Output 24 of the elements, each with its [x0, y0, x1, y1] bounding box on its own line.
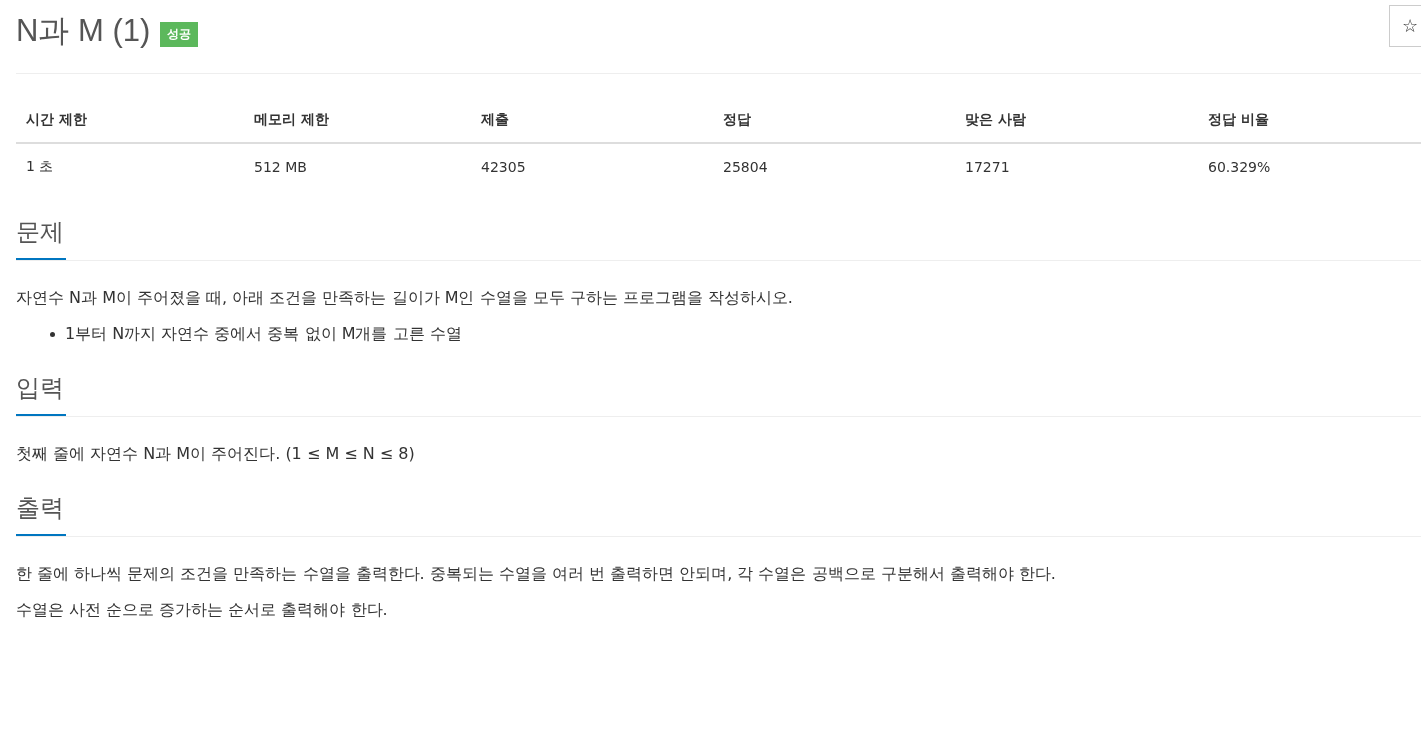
- description-text: 자연수 N과 M이 주어졌을 때, 아래 조건을 만족하는 길이가 M인 수열을 모두 구하는 프로그램을 작성하시오.: [16, 287, 794, 309]
- status-badge: 성공: [160, 21, 199, 47]
- column-header: 메모리 제한: [253, 110, 330, 129]
- table-cell-text: 512 MB: [253, 158, 308, 175]
- description-text: 첫째 줄에 자연수 N과 M이 주어진다. (1 ≤ M ≤ N ≤ 8): [16, 443, 416, 465]
- bullet-icon: [50, 331, 55, 337]
- table-cell-text: 1 초: [25, 157, 55, 176]
- bullet-item: 1부터 N까지 자연수 중에서 중복 없이 M개를 고른 수열: [65, 323, 462, 345]
- star-button[interactable]: ☆: [1389, 5, 1421, 47]
- column-header: 제출: [480, 110, 510, 129]
- description-text: 수열은 사전 순으로 증가하는 순서로 출력해야 한다.: [16, 599, 389, 621]
- table-cell-text: 60.329%: [1207, 158, 1272, 175]
- table-cell-text: 42305: [480, 158, 527, 175]
- table-cell-text: 17271: [964, 158, 1011, 175]
- section-heading: 문제: [16, 216, 66, 260]
- column-header: 시간 제한: [25, 110, 88, 129]
- problem-title: N과 M (1): [16, 12, 151, 50]
- section-heading: 입력: [16, 372, 66, 416]
- section-heading: 출력: [16, 492, 66, 536]
- column-header: 정답: [722, 110, 752, 129]
- column-header: 맞은 사람: [964, 110, 1027, 129]
- table-cell-text: 25804: [722, 158, 769, 175]
- column-header: 정답 비율: [1207, 110, 1270, 129]
- description-text: 한 줄에 하나씩 문제의 조건을 만족하는 수열을 출력한다. 중복되는 수열을 여러 번 출력하면 안되며, 각 수열은 공백으로 구분해서 출력해야 한다.: [16, 563, 1057, 585]
